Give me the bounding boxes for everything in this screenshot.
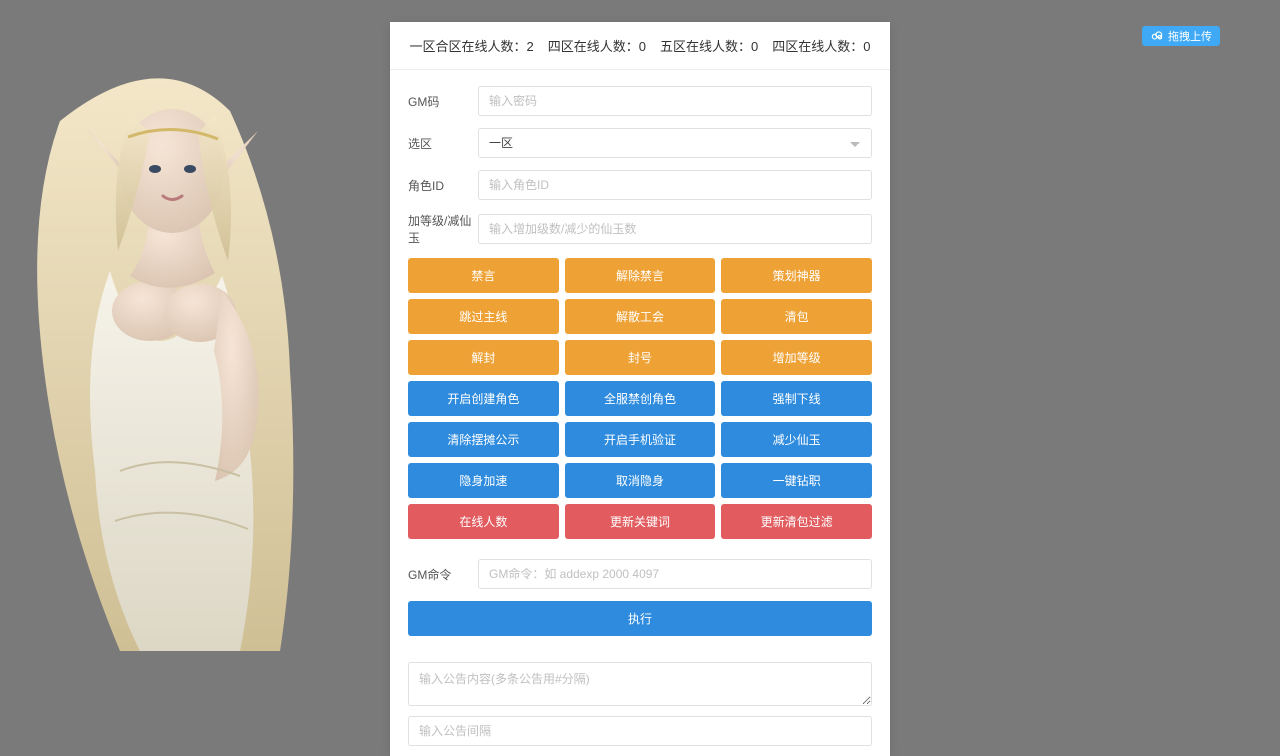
- action-解散工会[interactable]: 解散工会: [565, 299, 716, 334]
- notice-content-input[interactable]: [408, 662, 872, 706]
- action-开启创建角色[interactable]: 开启创建角色: [408, 381, 559, 416]
- action-跳过主线[interactable]: 跳过主线: [408, 299, 559, 334]
- action-取消隐身[interactable]: 取消隐身: [565, 463, 716, 498]
- action-开启手机验证[interactable]: 开启手机验证: [565, 422, 716, 457]
- level-label: 加等级/减仙玉: [408, 212, 478, 246]
- action-button-grid: 禁言解除禁言策划神器跳过主线解散工会清包解封封号增加等级开启创建角色全服禁创角色…: [408, 258, 872, 539]
- stat-item: 四区在线人数：0: [772, 39, 870, 54]
- action-增加等级[interactable]: 增加等级: [721, 340, 872, 375]
- drag-upload-button[interactable]: 拖拽上传: [1142, 26, 1220, 46]
- stat-item: 四区在线人数：0: [548, 39, 646, 54]
- action-清除摆摊公示[interactable]: 清除摆摊公示: [408, 422, 559, 457]
- action-强制下线[interactable]: 强制下线: [721, 381, 872, 416]
- background-character: [0, 51, 340, 671]
- action-减少仙玉[interactable]: 减少仙玉: [721, 422, 872, 457]
- action-更新清包过滤[interactable]: 更新清包过滤: [721, 504, 872, 539]
- gm-code-input[interactable]: [478, 86, 872, 116]
- zone-select[interactable]: 一区: [478, 128, 872, 158]
- role-id-label: 角色ID: [408, 177, 478, 194]
- action-更新关键词[interactable]: 更新关键词: [565, 504, 716, 539]
- action-清包[interactable]: 清包: [721, 299, 872, 334]
- stat-item: 五区在线人数：0: [660, 39, 758, 54]
- online-stats-bar: 一区合区在线人数：2 四区在线人数：0 五区在线人数：0 四区在线人数：0: [390, 22, 890, 70]
- cloud-icon: [1150, 29, 1164, 43]
- action-策划神器[interactable]: 策划神器: [721, 258, 872, 293]
- action-在线人数[interactable]: 在线人数: [408, 504, 559, 539]
- action-解封[interactable]: 解封: [408, 340, 559, 375]
- gm-code-label: GM码: [408, 93, 478, 110]
- action-禁言[interactable]: 禁言: [408, 258, 559, 293]
- gm-cmd-input[interactable]: [478, 559, 872, 589]
- action-一键钻职[interactable]: 一键钻职: [721, 463, 872, 498]
- action-解除禁言[interactable]: 解除禁言: [565, 258, 716, 293]
- notice-interval-input[interactable]: [408, 716, 872, 746]
- stat-item: 一区合区在线人数：2: [410, 39, 534, 54]
- gm-panel: 一区合区在线人数：2 四区在线人数：0 五区在线人数：0 四区在线人数：0 GM码 选…: [390, 22, 890, 756]
- gm-cmd-label: GM命令: [408, 566, 478, 583]
- action-隐身加速[interactable]: 隐身加速: [408, 463, 559, 498]
- execute-button[interactable]: 执行: [408, 601, 872, 636]
- zone-label: 选区: [408, 135, 478, 152]
- action-全服禁创角色[interactable]: 全服禁创角色: [565, 381, 716, 416]
- role-id-input[interactable]: [478, 170, 872, 200]
- level-input[interactable]: [478, 214, 872, 244]
- action-封号[interactable]: 封号: [565, 340, 716, 375]
- drag-upload-label: 拖拽上传: [1168, 28, 1212, 44]
